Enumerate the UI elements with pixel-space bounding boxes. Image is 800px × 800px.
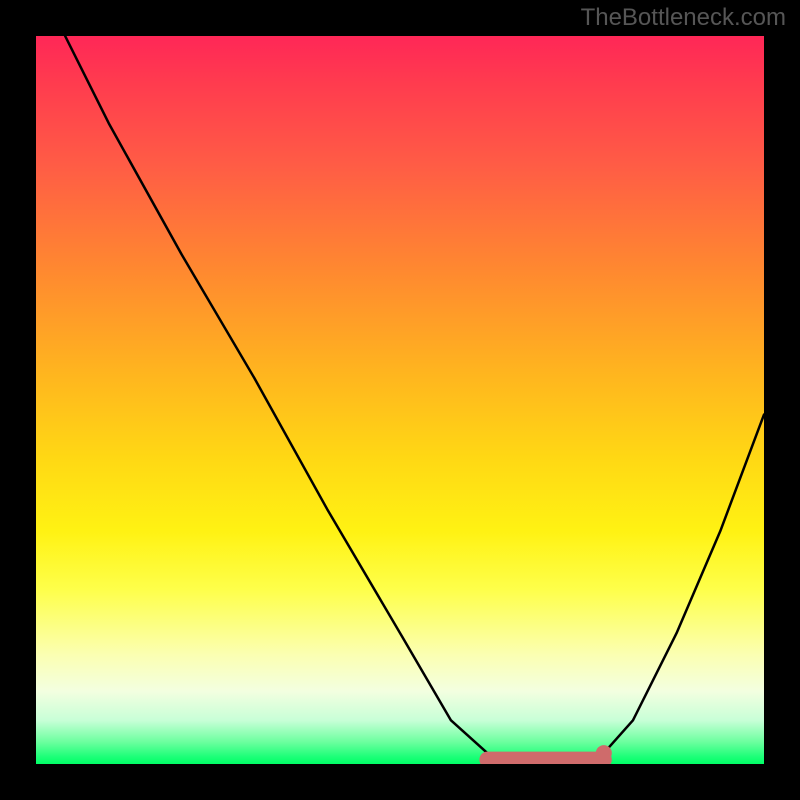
chart-frame: TheBottleneck.com <box>0 0 800 800</box>
watermark-text: TheBottleneck.com <box>581 4 786 32</box>
bottleneck-curve <box>65 36 764 760</box>
plot-area <box>36 36 764 764</box>
optimal-dot <box>596 745 612 761</box>
chart-svg <box>36 36 764 764</box>
